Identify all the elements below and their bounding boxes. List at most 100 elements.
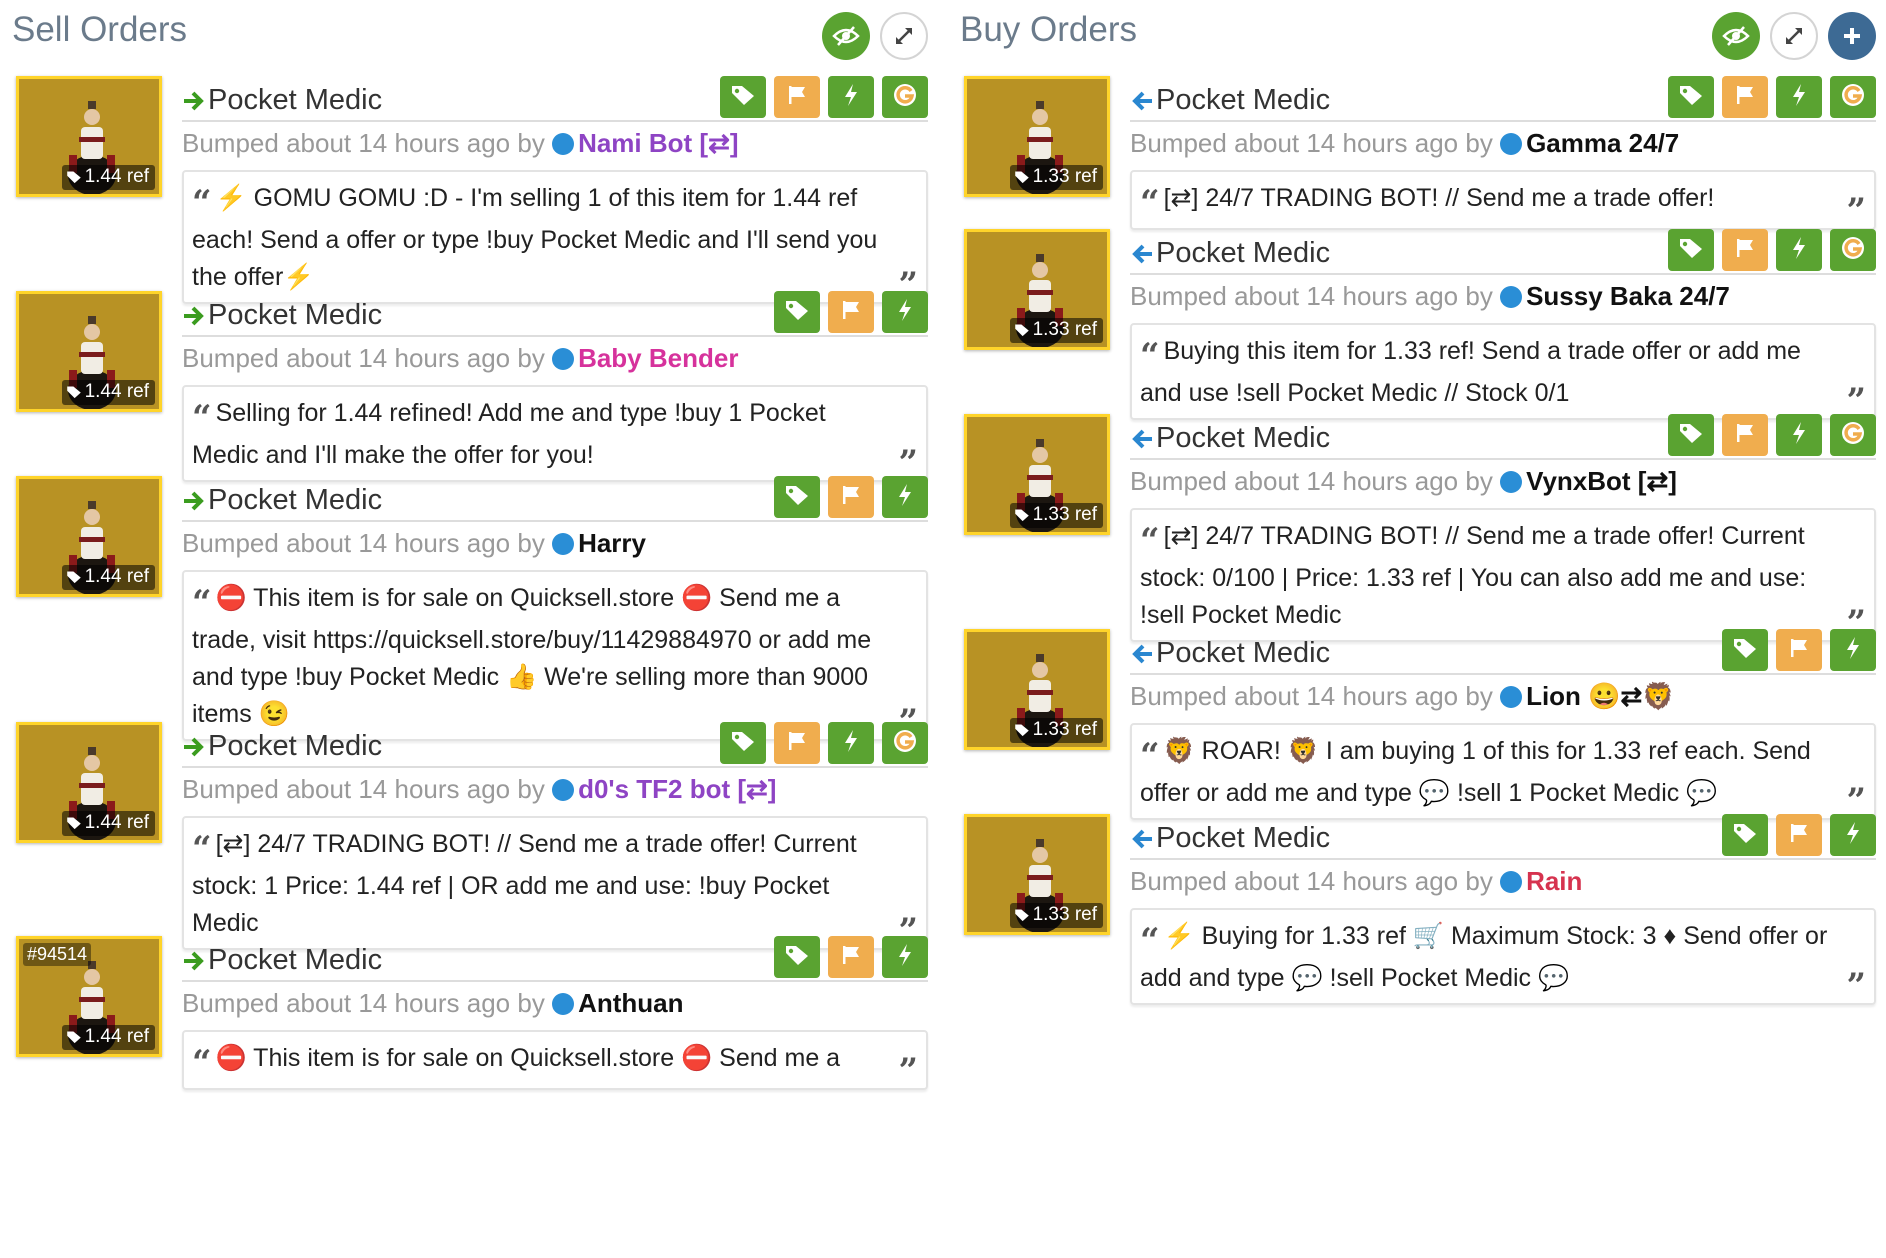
bolt-button[interactable] <box>1830 629 1876 671</box>
price-badge: 1.44 ref <box>61 380 155 405</box>
hide-button[interactable] <box>1712 12 1760 60</box>
flag-button[interactable] <box>828 476 874 518</box>
buy-header-buttons <box>1712 12 1876 60</box>
flag-button[interactable] <box>828 936 874 978</box>
bumped-text: Bumped about 14 hours ago by <box>182 128 545 158</box>
price-tag-button[interactable] <box>720 76 766 118</box>
price-tag-button[interactable] <box>720 722 766 764</box>
item-thumbnail[interactable]: 1.33 ref <box>964 414 1110 535</box>
flag-button[interactable] <box>774 722 820 764</box>
bolt-button[interactable] <box>1776 76 1822 118</box>
username-link[interactable]: d0's TF2 bot [⇄] <box>578 774 776 804</box>
bolt-button[interactable] <box>828 76 874 118</box>
arrow-left-icon <box>1132 91 1152 110</box>
username-link[interactable]: Nami Bot [⇄] <box>578 128 738 158</box>
bolt-button[interactable] <box>1776 229 1822 271</box>
flag-button[interactable] <box>1722 229 1768 271</box>
item-thumbnail[interactable]: 1.33 ref <box>964 229 1110 350</box>
buy-orders-column: Buy Orders 1.33 ref Pocket Medic Bumped ab… <box>960 0 1876 1005</box>
price-tag-icon <box>730 730 756 757</box>
g-button[interactable] <box>1830 229 1876 271</box>
price-tag-button[interactable] <box>1722 629 1768 671</box>
listing-title[interactable]: Pocket Medic <box>1130 237 1330 270</box>
add-listing-button[interactable] <box>1828 12 1876 60</box>
flag-icon <box>1734 422 1756 449</box>
listing-title[interactable]: Pocket Medic <box>182 730 382 763</box>
hide-button[interactable] <box>822 12 870 60</box>
flag-button[interactable] <box>1776 629 1822 671</box>
message-text: [⇄] 24/7 TRADING BOT! // Send me a trade… <box>1140 522 1807 629</box>
bolt-button[interactable] <box>882 936 928 978</box>
item-thumbnail[interactable]: 1.33 ref <box>964 76 1110 197</box>
price-tag-button[interactable] <box>774 291 820 333</box>
username-link[interactable]: Harry <box>578 528 646 558</box>
price-badge: 1.44 ref <box>61 1025 155 1050</box>
item-thumbnail[interactable]: 1.33 ref <box>964 629 1110 750</box>
listing-title[interactable]: Pocket Medic <box>182 84 382 117</box>
price-tag-button[interactable] <box>1668 76 1714 118</box>
price-tag-button[interactable] <box>1722 814 1768 856</box>
flag-icon <box>840 299 862 326</box>
username-link[interactable]: Gamma 24/7 <box>1526 128 1679 158</box>
bumped-text: Bumped about 14 hours ago by <box>1130 466 1493 496</box>
listing-title[interactable]: Pocket Medic <box>1130 637 1330 670</box>
username-link[interactable]: Baby Bender <box>578 343 738 373</box>
flag-button[interactable] <box>828 291 874 333</box>
g-button[interactable] <box>882 76 928 118</box>
listing-actions <box>1668 229 1876 271</box>
price-tag-button[interactable] <box>1668 229 1714 271</box>
g-button[interactable] <box>882 722 928 764</box>
price-tag-icon <box>784 944 810 971</box>
username-link[interactable]: VynxBot [⇄] <box>1526 466 1677 496</box>
flag-button[interactable] <box>1722 414 1768 456</box>
g-icon <box>892 82 918 113</box>
bolt-button[interactable] <box>882 476 928 518</box>
listing-title[interactable]: Pocket Medic <box>1130 822 1330 855</box>
item-thumbnail[interactable]: 1.33 ref <box>964 814 1110 935</box>
flag-icon <box>840 944 862 971</box>
price-label: 1.33 ref <box>1032 904 1097 925</box>
arrow-right-icon <box>184 491 204 510</box>
listing-title[interactable]: Pocket Medic <box>1130 84 1330 117</box>
bumped-text: Bumped about 14 hours ago by <box>1130 128 1493 158</box>
item-thumbnail[interactable]: 1.44 ref <box>16 291 162 412</box>
g-button[interactable] <box>1830 414 1876 456</box>
price-badge: 1.33 ref <box>1009 903 1103 928</box>
item-thumbnail[interactable]: 1.44 ref <box>16 76 162 197</box>
bolt-button[interactable] <box>828 722 874 764</box>
quote-open-icon: “ <box>1140 736 1160 776</box>
listing-body: Pocket Medic Bumped about 14 hours ago by… <box>182 936 928 1090</box>
item-thumbnail[interactable]: 1.44 ref <box>16 476 162 597</box>
item-thumbnail[interactable]: #94514 1.44 ref <box>16 936 162 1057</box>
listing-title[interactable]: Pocket Medic <box>182 299 382 332</box>
expand-button[interactable] <box>880 12 928 60</box>
message-text: ⚡ Buying for 1.33 ref 🛒 Maximum Stock: 3… <box>1140 922 1828 992</box>
expand-icon <box>1786 28 1802 44</box>
flag-icon <box>786 730 808 757</box>
item-thumbnail[interactable]: 1.44 ref <box>16 722 162 843</box>
sell-orders-header: Sell Orders <box>12 0 928 72</box>
username-link[interactable]: Sussy Baka 24/7 <box>1526 281 1730 311</box>
g-button[interactable] <box>1830 76 1876 118</box>
bolt-button[interactable] <box>1830 814 1876 856</box>
flag-button[interactable] <box>774 76 820 118</box>
listing-title[interactable]: Pocket Medic <box>182 484 382 517</box>
listing-message: “⚡ Buying for 1.33 ref 🛒 Maximum Stock: … <box>1130 908 1876 1005</box>
bolt-button[interactable] <box>882 291 928 333</box>
flag-button[interactable] <box>1776 814 1822 856</box>
bolt-button[interactable] <box>1776 414 1822 456</box>
price-tag-button[interactable] <box>774 476 820 518</box>
username-link[interactable]: Rain <box>1526 866 1582 896</box>
listing-title[interactable]: Pocket Medic <box>182 944 382 977</box>
buy-orders-header: Buy Orders <box>960 0 1876 72</box>
listing-body: Pocket Medic Bumped about 14 hours ago by… <box>1130 229 1876 420</box>
flag-button[interactable] <box>1722 76 1768 118</box>
price-tag-button[interactable] <box>1668 414 1714 456</box>
price-tag-button[interactable] <box>774 936 820 978</box>
expand-button[interactable] <box>1770 12 1818 60</box>
quote-open-icon: “ <box>192 398 212 438</box>
username-link[interactable]: Anthuan <box>578 988 683 1018</box>
listing-title[interactable]: Pocket Medic <box>1130 422 1330 455</box>
price-tag-icon <box>1014 909 1029 922</box>
username-link[interactable]: Lion 😀⇄🦁 <box>1526 681 1675 711</box>
